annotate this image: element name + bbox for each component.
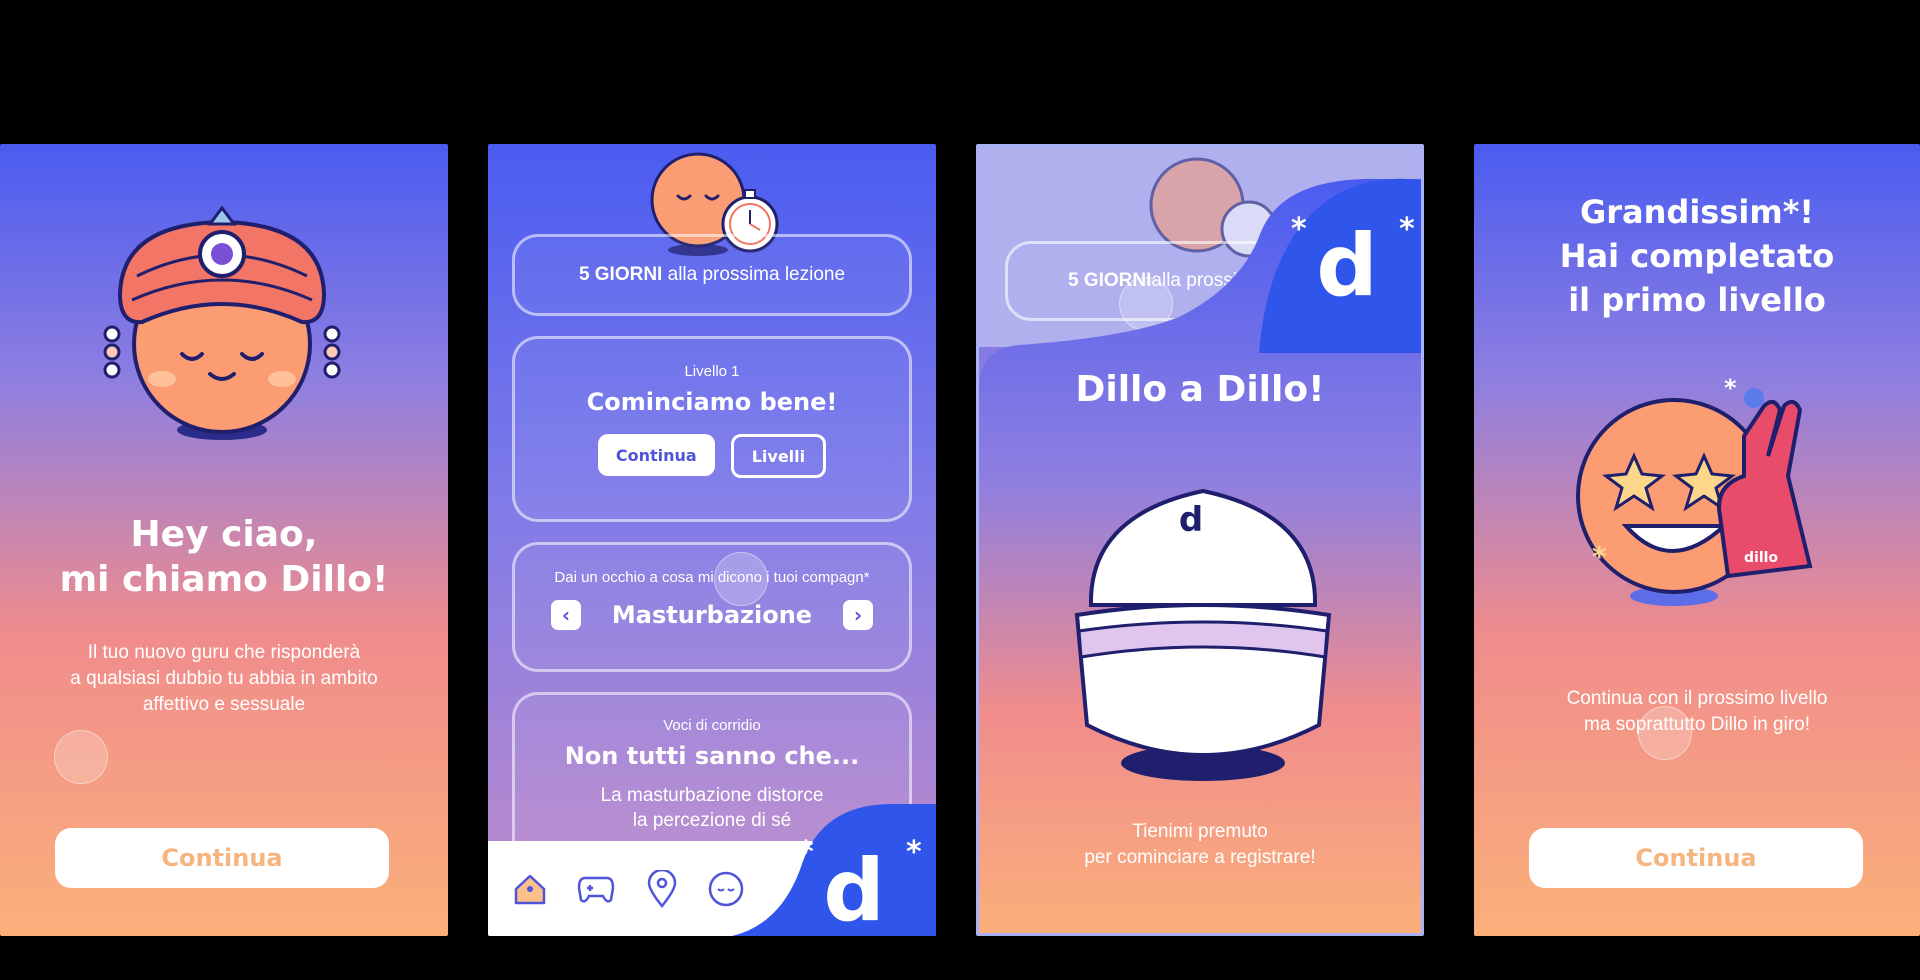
- logo-letter: d: [823, 841, 885, 936]
- record-headline: Dillo a Dillo!: [1075, 369, 1325, 410]
- instruction-line-1: Tienimi premuto: [1132, 821, 1268, 842]
- svg-text:*: *: [1399, 212, 1415, 247]
- svg-text:*: *: [1291, 212, 1307, 247]
- level-title: Cominciamo bene!: [586, 388, 838, 416]
- congrats-headline: Grandissim*! Hai completato il primo liv…: [1474, 190, 1920, 322]
- rumors-label: Voci di corridio: [663, 717, 761, 734]
- peek-card: Dai un occhio a cosa mi dicono i tuoi co…: [512, 542, 912, 672]
- continue-level-button[interactable]: Continua: [597, 434, 715, 476]
- record-screen: 5 GIORNI alla prossi d * * Dillo a Dillo…: [976, 144, 1424, 936]
- countdown-card: 5 GIORNI alla prossima lezione: [512, 234, 912, 316]
- levels-button[interactable]: Livelli: [730, 434, 827, 478]
- guru-character-illustration: [103, 205, 341, 440]
- instruction-line-2: per cominciare a registrare!: [1084, 847, 1316, 869]
- device-logo: d: [1179, 500, 1203, 540]
- map-pin-icon[interactable]: [642, 869, 682, 909]
- countdown-text: alla prossima lezione: [662, 264, 846, 285]
- touch-indicator: [714, 552, 768, 606]
- headline-line-3: il primo livello: [1568, 281, 1826, 320]
- svg-text:*: *: [906, 835, 922, 870]
- welcome-headline: Hey ciao, mi chiamo Dillo!: [0, 512, 448, 602]
- rumors-title: Non tutti sanno che...: [564, 742, 860, 770]
- dillo-logo-fab[interactable]: d * *: [732, 804, 936, 936]
- level-card: Livello 1 Cominciamo bene! Continua Live…: [512, 336, 912, 522]
- peek-label: Dai un occhio a cosa mi dicono i tuoi co…: [554, 569, 870, 586]
- description-line-1: Il tuo nuovo guru che risponderà: [87, 642, 361, 663]
- touch-indicator: [1638, 706, 1692, 760]
- svg-text:*: *: [1592, 540, 1607, 573]
- level-label: Livello 1: [684, 363, 740, 380]
- headline-line-2: mi chiamo Dillo!: [59, 559, 389, 600]
- description-line-2: ma soprattutto Dillo in giro!: [1584, 714, 1810, 736]
- celebrating-dillo-illustration: * dillo *: [1576, 374, 1813, 606]
- foam-finger-text: dillo: [1744, 550, 1778, 566]
- dillo-logo-badge: d * *: [1259, 178, 1421, 353]
- headline-line-1: Hey ciao,: [130, 514, 318, 555]
- record-device-button[interactable]: d: [1069, 485, 1337, 785]
- home-screen-lessons: 5 GIORNI alla prossima lezione Livello 1…: [488, 144, 936, 936]
- level-complete-screen: Grandissim*! Hai completato il primo liv…: [1474, 144, 1920, 936]
- headline-line-2: Hai completato: [1559, 237, 1835, 276]
- description-line-1: Continua con il prossimo livello: [1566, 688, 1828, 709]
- headline-line-1: Grandissim*!: [1579, 193, 1815, 231]
- description-line-3: affettivo e sessuale: [142, 694, 306, 716]
- svg-text:*: *: [1724, 374, 1737, 402]
- svg-text:*: *: [798, 835, 814, 870]
- peek-topic: Masturbazione: [611, 601, 813, 629]
- touch-indicator: [54, 730, 108, 784]
- logo-letter: d: [1316, 216, 1378, 316]
- record-instructions: Tienimi premuto per cominciare a registr…: [979, 819, 1421, 871]
- countdown-days: 5 GIORNI: [578, 264, 663, 285]
- onboarding-screen-welcome: Hey ciao, mi chiamo Dillo! Il tuo nuovo …: [0, 144, 448, 936]
- continue-button[interactable]: Continua: [1529, 828, 1863, 888]
- gamepad-icon[interactable]: [576, 869, 616, 909]
- home-icon[interactable]: [510, 869, 550, 909]
- previous-topic-button[interactable]: ‹: [551, 600, 581, 630]
- continue-button[interactable]: Continua: [55, 828, 389, 888]
- next-topic-button[interactable]: ›: [843, 600, 873, 630]
- description-line-2: a qualsiasi dubbio tu abbia in ambito: [70, 668, 378, 690]
- welcome-description: Il tuo nuovo guru che risponderà a quals…: [0, 640, 448, 719]
- congrats-description: Continua con il prossimo livello ma sopr…: [1474, 686, 1920, 738]
